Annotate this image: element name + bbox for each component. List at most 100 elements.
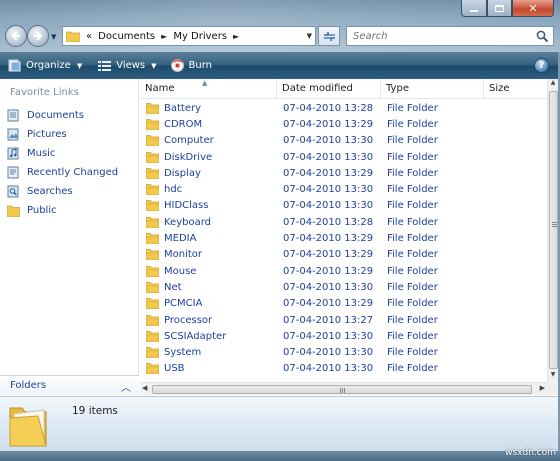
help-button[interactable]: ? xyxy=(534,58,549,73)
file-name: Keyboard xyxy=(164,216,212,228)
address-bar[interactable]: « Documents ► My Drivers ► ▼ xyxy=(62,26,316,46)
chevron-up-icon[interactable]: ︿ xyxy=(121,379,131,394)
favorite-link-label: Pictures xyxy=(27,129,67,140)
forward-button[interactable] xyxy=(27,25,49,47)
table-row[interactable]: System 07-04-2010 13:30 File Folder xyxy=(140,344,547,360)
views-button[interactable]: Views ▼ xyxy=(98,55,157,77)
folders-label: Folders xyxy=(10,380,47,391)
type-cell: File Folder xyxy=(387,281,438,293)
breadcrumb-my-drivers[interactable]: My Drivers xyxy=(173,31,227,42)
scroll-down-icon[interactable]: ▼ xyxy=(548,371,558,382)
favorite-link-music[interactable]: Music xyxy=(6,144,118,163)
breadcrumb-documents[interactable]: Documents xyxy=(98,31,155,42)
burn-button[interactable]: Burn xyxy=(170,55,212,77)
file-name: SCSIAdapter xyxy=(164,330,227,342)
scroll-up-icon[interactable]: ▲ xyxy=(548,79,558,90)
file-name-cell[interactable]: Computer xyxy=(140,135,277,147)
folder-icon xyxy=(146,363,159,375)
table-row[interactable]: PCMCIA 07-04-2010 13:29 File Folder xyxy=(140,296,547,312)
search-icon[interactable] xyxy=(536,30,549,43)
minimize-icon xyxy=(470,10,478,12)
scroll-left-icon[interactable]: ◀ xyxy=(142,384,147,392)
table-row[interactable]: Display 07-04-2010 13:29 File Folder xyxy=(140,165,547,181)
table-row[interactable]: USB 07-04-2010 13:30 File Folder xyxy=(140,361,547,377)
file-name-cell[interactable]: CDROM xyxy=(140,119,277,130)
date-modified-cell: 07-04-2010 13:30 xyxy=(283,281,374,293)
organize-icon xyxy=(8,59,21,72)
column-header-type[interactable]: Type xyxy=(381,79,484,99)
table-row[interactable]: Keyboard 07-04-2010 13:28 File Folder xyxy=(140,214,547,230)
favorite-links-heading: Favorite Links xyxy=(10,87,79,98)
table-row[interactable]: CDROM 07-04-2010 13:29 File Folder xyxy=(140,116,547,132)
horizontal-scroll-thumb[interactable] xyxy=(152,385,532,394)
file-name-cell[interactable]: USB xyxy=(140,363,277,375)
table-row[interactable]: Mouse 07-04-2010 13:29 File Folder xyxy=(140,263,547,279)
favorite-link-recently-changed[interactable]: Recently Changed xyxy=(6,163,118,182)
file-name-cell[interactable]: HIDClass xyxy=(140,200,277,212)
organize-button[interactable]: Organize ▼ xyxy=(8,55,82,77)
file-name-cell[interactable]: Mouse xyxy=(140,266,277,277)
column-header-size[interactable]: Size xyxy=(484,79,547,99)
chevron-down-icon: ▼ xyxy=(76,61,83,70)
favorite-link-documents[interactable]: Documents xyxy=(6,106,118,125)
address-dropdown-icon[interactable]: ▼ xyxy=(307,32,312,40)
table-row[interactable]: Battery 07-04-2010 13:28 File Folder xyxy=(140,100,547,116)
file-name: Net xyxy=(164,281,182,293)
table-row[interactable]: SCSIAdapter 07-04-2010 13:30 File Folder xyxy=(140,328,547,344)
close-button[interactable]: ✕ xyxy=(512,0,554,17)
refresh-button[interactable] xyxy=(318,26,340,46)
table-row[interactable]: MEDIA 07-04-2010 13:29 File Folder xyxy=(140,230,547,246)
table-row[interactable]: DiskDrive 07-04-2010 13:30 File Folder xyxy=(140,149,547,165)
file-name: CDROM xyxy=(164,118,203,130)
file-name-cell[interactable]: System xyxy=(140,347,277,359)
minimize-button[interactable] xyxy=(461,0,487,17)
table-row[interactable]: hdc 07-04-2010 13:30 File Folder xyxy=(140,181,547,197)
file-name-cell[interactable]: Monitor xyxy=(140,249,277,261)
file-name-cell[interactable]: Processor xyxy=(140,315,277,326)
file-name-cell[interactable]: MEDIA xyxy=(140,233,277,245)
folder-icon xyxy=(146,282,159,293)
favorite-link-searches[interactable]: Searches xyxy=(6,182,118,201)
file-name-cell[interactable]: hdc xyxy=(140,184,277,196)
horizontal-scrollbar[interactable]: ◀ ▶ xyxy=(140,382,547,395)
recent-pages-dropdown[interactable]: ▼ xyxy=(51,33,56,41)
breadcrumb-separator-icon[interactable]: ► xyxy=(161,32,167,41)
table-row[interactable]: Monitor 07-04-2010 13:29 File Folder xyxy=(140,247,547,263)
file-name-cell[interactable]: Net xyxy=(140,282,277,293)
breadcrumb-separator-icon[interactable]: ► xyxy=(233,32,239,41)
date-modified-cell: 07-04-2010 13:30 xyxy=(283,135,374,147)
favorite-link-pictures[interactable]: Pictures xyxy=(6,125,118,144)
file-name-cell[interactable]: SCSIAdapter xyxy=(140,331,277,342)
help-icon: ? xyxy=(538,60,545,71)
file-name-cell[interactable]: Keyboard xyxy=(140,217,277,228)
breadcrumb-overflow[interactable]: « xyxy=(86,31,92,42)
type-cell: File Folder xyxy=(387,330,438,342)
details-pane: 19 items xyxy=(0,396,560,451)
file-name-cell[interactable]: Display xyxy=(140,168,277,179)
file-name-cell[interactable]: DiskDrive xyxy=(140,152,277,163)
vertical-scroll-thumb[interactable] xyxy=(549,91,558,369)
file-name: Display xyxy=(164,167,201,179)
scroll-right-icon[interactable]: ▶ xyxy=(540,384,545,392)
table-row[interactable]: Computer 07-04-2010 13:30 File Folder xyxy=(140,133,547,149)
maximize-button[interactable] xyxy=(487,0,512,17)
vertical-scrollbar[interactable]: ▲ ▼ xyxy=(547,79,558,382)
table-row[interactable]: Net 07-04-2010 13:30 File Folder xyxy=(140,279,547,295)
column-header-date-modified[interactable]: Date modified xyxy=(277,79,381,99)
table-row[interactable]: HIDClass 07-04-2010 13:30 File Folder xyxy=(140,198,547,214)
favorite-link-public[interactable]: Public xyxy=(6,201,118,220)
file-name-cell[interactable]: Battery xyxy=(140,103,277,114)
column-header-name[interactable]: ▲ Name xyxy=(140,79,277,99)
back-button[interactable] xyxy=(5,25,27,47)
favorite-link-label: Documents xyxy=(27,110,85,121)
back-arrow-icon xyxy=(11,31,20,41)
table-row[interactable]: Processor 07-04-2010 13:27 File Folder xyxy=(140,312,547,328)
views-icon xyxy=(98,60,112,71)
search-box[interactable] xyxy=(346,26,554,46)
close-icon: ✕ xyxy=(528,1,538,15)
search-input[interactable] xyxy=(353,30,533,42)
file-name-cell[interactable]: PCMCIA xyxy=(140,298,277,310)
folders-toggle[interactable]: Folders ︿ xyxy=(0,375,139,395)
file-name: MEDIA xyxy=(164,233,197,245)
date-modified-cell: 07-04-2010 13:29 xyxy=(283,298,374,310)
